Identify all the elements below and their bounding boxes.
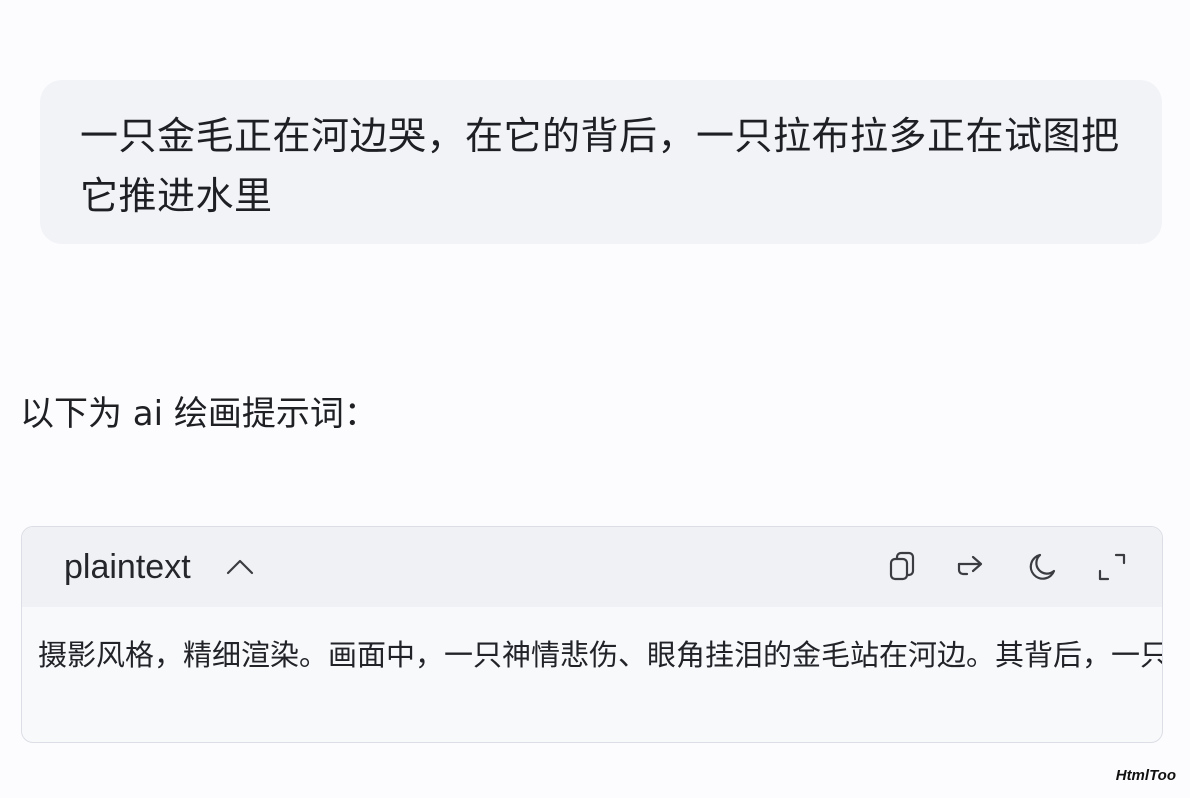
code-content[interactable]: 摄影风格，精细渲染。画面中，一只神情悲伤、眼角挂泪的金毛站在河边。其背后，一只拉…	[38, 637, 1162, 673]
code-block: plaintext 摄影风格，精细渲染。画面中，一只神情悲伤、眼角挂泪的金毛站在…	[21, 526, 1163, 743]
assistant-reply-intro: 以下为 ai 绘画提示词：	[20, 394, 378, 434]
expand-icon[interactable]	[1090, 547, 1134, 587]
share-arrow-icon[interactable]	[950, 547, 994, 587]
watermark: HtmlToo	[1115, 767, 1176, 784]
chevron-up-icon[interactable]	[224, 553, 256, 581]
user-message-text: 一只金毛正在河边哭，在它的背后，一只拉布拉多正在试图把它推进水里	[80, 114, 1120, 218]
copy-icon[interactable]	[880, 547, 924, 587]
code-language-label: plaintext	[64, 548, 191, 586]
user-message-bubble: 一只金毛正在河边哭，在它的背后，一只拉布拉多正在试图把它推进水里	[40, 80, 1162, 244]
code-block-header: plaintext	[22, 527, 1162, 607]
code-toolbar	[880, 547, 1134, 587]
dark-mode-moon-icon[interactable]	[1020, 547, 1064, 587]
chat-page: 一只金毛正在河边哭，在它的背后，一只拉布拉多正在试图把它推进水里 以下为 ai …	[0, 0, 1190, 798]
